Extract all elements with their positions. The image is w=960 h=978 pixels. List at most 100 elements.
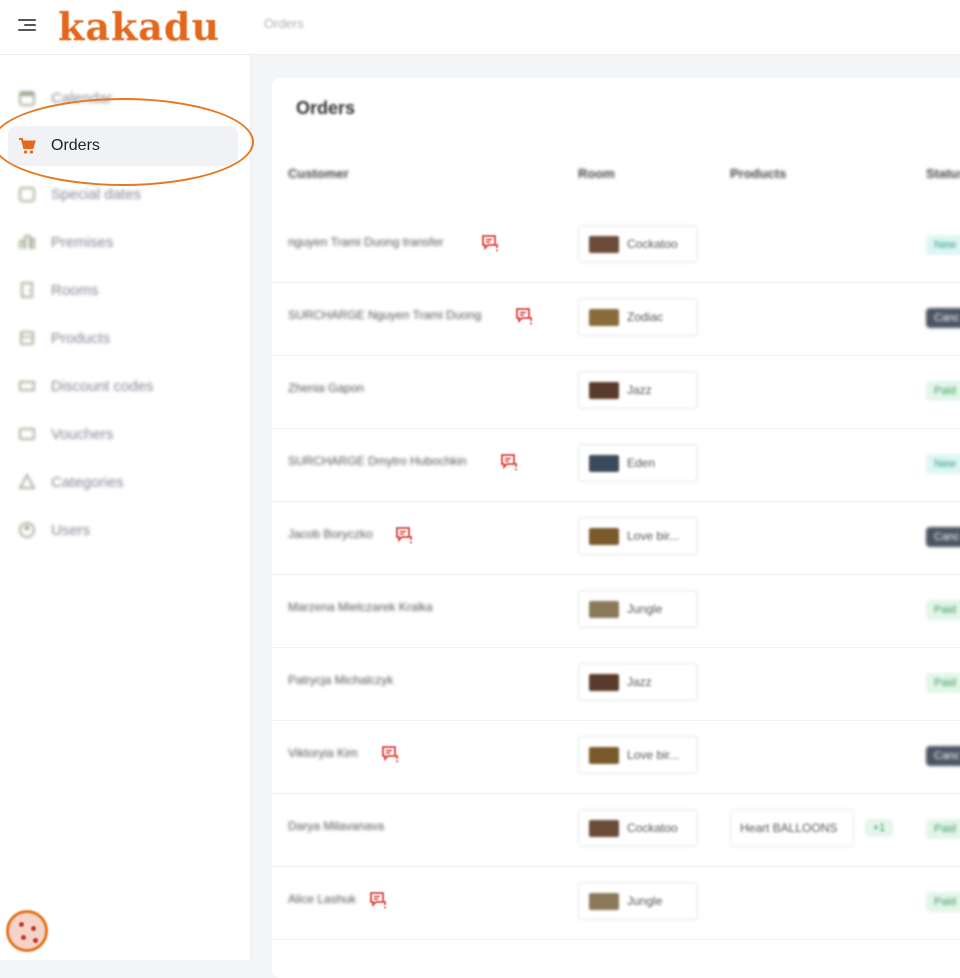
room-thumbnail (589, 601, 619, 618)
status-badge: Paid (926, 819, 960, 839)
comment-alert-icon[interactable] (368, 890, 388, 910)
page-title: Orders (296, 98, 356, 118)
table-row[interactable]: Darya Milavanava Cockatoo Heart BALLOONS +1… (272, 793, 960, 867)
table-row[interactable]: Zhenia Gapon Jazz Paid (272, 355, 960, 429)
room-thumbnail (589, 674, 619, 691)
room-thumbnail (589, 528, 619, 545)
door-icon (18, 281, 36, 299)
comment-alert-icon[interactable] (514, 306, 534, 326)
status-badge: New (926, 454, 960, 474)
table-row[interactable]: SURCHARGE Dmytro Hubochkin Eden New (272, 428, 960, 502)
column-header-products[interactable]: Products (730, 166, 786, 181)
customer-name: nguyen Trami Duong transfer (288, 235, 444, 249)
room-name: Jungle (627, 602, 663, 616)
column-header-status[interactable]: Status (926, 166, 960, 181)
top-bar: kakadu Orders (0, 0, 960, 55)
sidebar: Calendar Orders Special dates Premises R… (0, 55, 251, 960)
status-badge: Paid (926, 892, 960, 912)
sidebar-item-label: Vouchers (51, 425, 114, 443)
room-chip[interactable]: Jazz (578, 371, 698, 409)
column-header-customer[interactable]: Customer (288, 166, 349, 181)
status-badge: Canc (926, 308, 960, 328)
column-header-room[interactable]: Room (578, 166, 615, 181)
product-chip[interactable]: Heart BALLOONS (730, 809, 854, 847)
customer-name: Patrycja Michalczyk (288, 673, 394, 687)
room-thumbnail (589, 893, 619, 910)
room-name: Zodiac (627, 310, 664, 324)
room-thumbnail (589, 309, 619, 326)
product-name: Heart BALLOONS (740, 821, 838, 835)
room-chip[interactable]: Cockatoo (578, 809, 698, 847)
customer-name: Jacob Boryczko (288, 527, 373, 541)
sidebar-item-users[interactable]: Users (8, 510, 238, 550)
highlight-annotation (0, 98, 254, 186)
app-logo[interactable]: kakadu (58, 4, 220, 49)
room-name: Cockatoo (627, 237, 678, 251)
sidebar-item-discount-codes[interactable]: Discount codes (8, 366, 238, 406)
status-badge: Canc (926, 527, 960, 547)
status-badge: Paid (926, 673, 960, 693)
orders-card: Orders Customer Room Products Status ngu… (272, 78, 960, 978)
comment-alert-icon[interactable] (499, 452, 519, 472)
room-chip[interactable]: Love bir... (578, 736, 698, 774)
more-products-badge[interactable]: +1 (865, 819, 893, 837)
room-chip[interactable]: Jungle (578, 590, 698, 628)
cookie-settings-icon[interactable] (6, 910, 48, 952)
status-badge: Canc (926, 746, 960, 766)
customer-name: SURCHARGE Nguyen Trami Duong (288, 308, 482, 322)
status-badge: Paid (926, 600, 960, 620)
comment-alert-icon[interactable] (480, 233, 500, 253)
sidebar-item-label: Special dates (51, 185, 142, 203)
box-icon (18, 329, 36, 347)
customer-name: SURCHARGE Dmytro Hubochkin (288, 454, 467, 468)
table-row[interactable]: Alice Lashuk Jungle Paid (272, 866, 960, 940)
voucher-icon (18, 425, 36, 443)
sidebar-item-label: Users (51, 521, 91, 539)
room-chip[interactable]: Eden (578, 444, 698, 482)
sidebar-item-premises[interactable]: Premises (8, 222, 238, 262)
room-chip[interactable]: Cockatoo (578, 225, 698, 263)
comment-alert-icon[interactable] (394, 525, 414, 545)
customer-name: Viktoryia Kim (288, 746, 358, 760)
room-thumbnail (589, 455, 619, 472)
sidebar-item-products[interactable]: Products (8, 318, 238, 358)
sidebar-item-label: Products (51, 329, 111, 347)
comment-alert-icon[interactable] (380, 744, 400, 764)
room-thumbnail (589, 747, 619, 764)
room-name: Eden (627, 456, 656, 470)
table-row[interactable]: SURCHARGE Nguyen Trami Duong Zodiac Canc (272, 282, 960, 356)
room-thumbnail (589, 236, 619, 253)
table-row[interactable]: nguyen Trami Duong transfer Cockatoo New (272, 209, 960, 283)
room-name: Cockatoo (627, 821, 678, 835)
breadcrumb: Orders (264, 16, 304, 31)
room-thumbnail (589, 820, 619, 837)
shapes-icon (18, 473, 36, 491)
table-row[interactable]: Patrycja Michalczyk Jazz Paid (272, 647, 960, 721)
customer-name: Alice Lashuk (288, 892, 357, 906)
sidebar-item-label: Rooms (51, 281, 99, 299)
sidebar-item-label: Discount codes (51, 377, 154, 395)
room-name: Jazz (627, 675, 652, 689)
user-icon (18, 521, 36, 539)
room-chip[interactable]: Jazz (578, 663, 698, 701)
status-badge: New (926, 235, 960, 255)
sidebar-item-vouchers[interactable]: Vouchers (8, 414, 238, 454)
room-chip[interactable]: Love bir... (578, 517, 698, 555)
room-name: Love bir... (627, 748, 680, 762)
sidebar-item-categories[interactable]: Categories (8, 462, 238, 502)
table-row[interactable]: Viktoryia Kim Love bir... Canc (272, 720, 960, 794)
room-chip[interactable]: Zodiac (578, 298, 698, 336)
room-name: Jungle (627, 894, 663, 908)
customer-name: Zhenia Gapon (288, 381, 365, 395)
calendar-star-icon (18, 185, 36, 203)
sidebar-item-rooms[interactable]: Rooms (8, 270, 238, 310)
room-name: Love bir... (627, 529, 680, 543)
table-row[interactable]: Marzena Mielczarek Kralka Jungle Paid (272, 574, 960, 648)
building-icon (18, 233, 36, 251)
ticket-icon (18, 377, 36, 395)
sidebar-item-label: Premises (51, 233, 114, 251)
room-chip[interactable]: Jungle (578, 882, 698, 920)
table-row[interactable]: Jacob Boryczko Love bir... Canc (272, 501, 960, 575)
customer-name: Marzena Mielczarek Kralka (288, 600, 433, 614)
menu-toggle-icon[interactable] (18, 16, 36, 34)
